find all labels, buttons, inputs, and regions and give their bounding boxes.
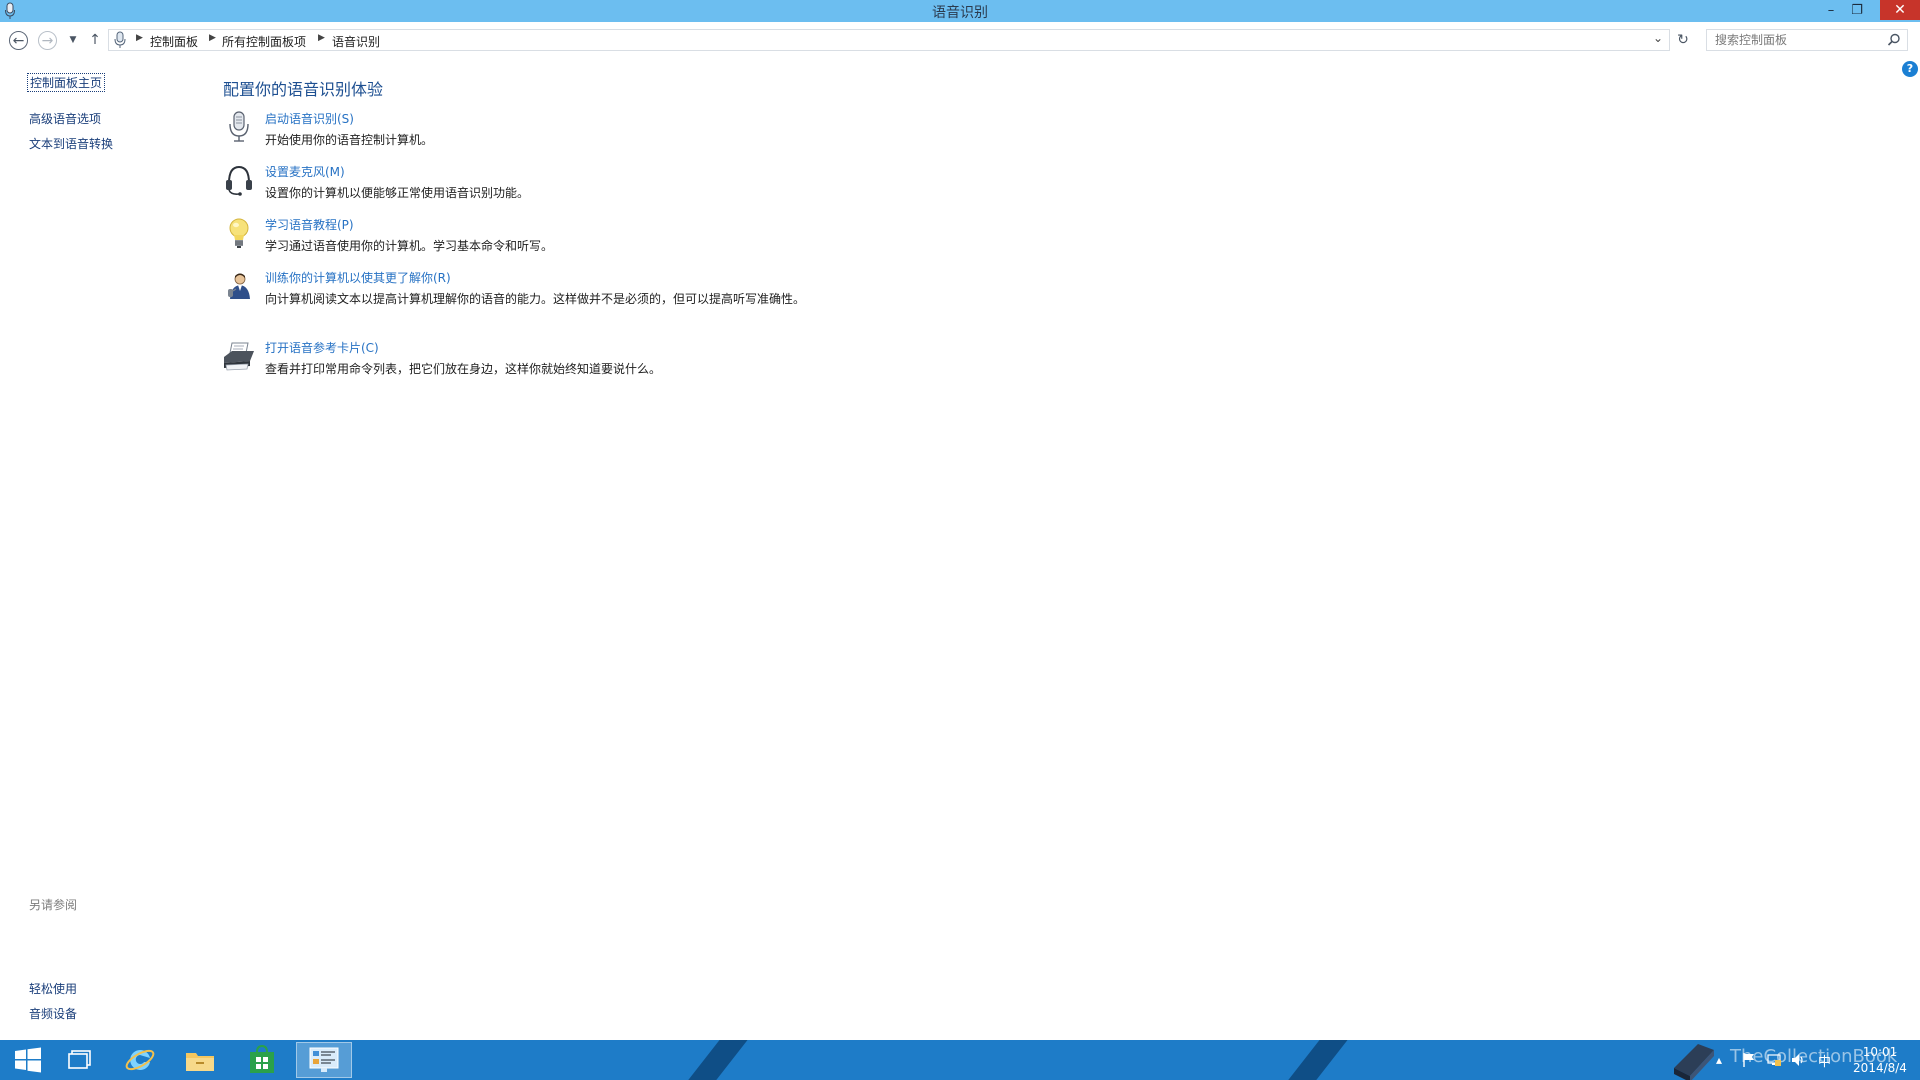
start-button[interactable]	[0, 1042, 56, 1078]
breadcrumb-all-items[interactable]: 所有控制面板项	[222, 33, 306, 50]
task-description: 查看并打印常用命令列表，把它们放在身边，这样你就始终知道要说什么。	[265, 362, 662, 376]
breadcrumb-separator-icon[interactable]: ▶	[318, 33, 325, 43]
printer-icon	[224, 342, 254, 371]
taskbar-store[interactable]	[234, 1042, 290, 1078]
breadcrumb-separator-icon[interactable]: ▶	[136, 33, 143, 43]
set-up-microphone-link[interactable]: 设置麦克风(M)	[265, 163, 345, 180]
taskbar-decoration	[672, 1040, 756, 1080]
train-computer-link[interactable]: 训练你的计算机以使其更了解你(R)	[265, 269, 451, 286]
volume-control[interactable]	[1790, 1040, 1806, 1080]
page-title: 配置你的语音识别体验	[223, 80, 384, 99]
arrow-up-icon: ↑	[89, 32, 101, 48]
folder-icon	[186, 1053, 214, 1071]
search-box[interactable]	[1706, 29, 1908, 51]
clock[interactable]: 10:01 2014/8/4	[1840, 1044, 1920, 1076]
chevron-up-icon: ▴	[1716, 1053, 1723, 1067]
task-start-speech-recognition: 启动语音识别(S) 开始使用你的语音控制计算机。	[222, 110, 862, 150]
lightbulb-icon	[229, 218, 249, 248]
task-train-computer: 训练你的计算机以使其更了解你(R) 向计算机阅读文本以提高计算机理解你的语音的能…	[222, 269, 862, 329]
refresh-button[interactable]: ↻	[1674, 31, 1692, 49]
advanced-speech-options-link[interactable]: 高级语音选项	[29, 110, 101, 127]
input-method-indicator[interactable]: 中	[1818, 1040, 1831, 1080]
task-reference-card: 打开语音参考卡片(C) 查看并打印常用命令列表，把它们放在身边，这样你就始终知道…	[222, 339, 862, 379]
start-speech-recognition-link[interactable]: 启动语音识别(S)	[265, 110, 354, 127]
breadcrumb-speech-recognition[interactable]: 语音识别	[332, 33, 380, 50]
flag-icon	[1743, 1053, 1754, 1067]
audio-devices-link[interactable]: 音频设备	[29, 1005, 77, 1022]
left-pane: 控制面板主页 高级语音选项 文本到语音转换	[0, 58, 220, 1038]
control-panel-icon	[309, 1047, 339, 1072]
taskbar-file-explorer[interactable]	[172, 1042, 228, 1078]
address-bar[interactable]: ▶ 控制面板 ▶ 所有控制面板项 ▶ 语音识别 ⌄	[108, 29, 1670, 51]
close-button[interactable]: ✕	[1880, 0, 1920, 20]
reference-card-link[interactable]: 打开语音参考卡片(C)	[265, 339, 379, 356]
taskbar-internet-explorer[interactable]	[112, 1042, 168, 1078]
task-description: 开始使用你的语音控制计算机。	[265, 133, 434, 147]
clock-date: 2014/8/4	[1853, 1061, 1907, 1075]
window-title: 语音识别	[932, 5, 988, 21]
ease-of-access-link[interactable]: 轻松使用	[29, 980, 77, 997]
taskbar-decoration	[1272, 1040, 1356, 1080]
start-icon	[15, 1047, 41, 1073]
task-speech-tutorial: 学习语音教程(P) 学习通过语音使用你的计算机。学习基本命令和听写。	[222, 216, 862, 256]
network-status[interactable]	[1766, 1040, 1782, 1080]
recent-locations-button[interactable]: ▼	[63, 30, 83, 50]
speaker-icon	[1792, 1054, 1803, 1066]
chevron-down-icon: ▼	[69, 35, 77, 45]
task-description: 向计算机阅读文本以提高计算机理解你的语音的能力。这样做并不是必须的，但可以提高听…	[265, 292, 806, 306]
arrow-right-icon: →	[41, 32, 54, 49]
address-history-chevron-icon[interactable]: ⌄	[1653, 31, 1663, 45]
forward-button[interactable]: →	[38, 31, 57, 50]
action-center-flag[interactable]	[1742, 1040, 1756, 1080]
user-icon	[228, 273, 250, 299]
title-bar: 语音识别 – ❐ ✕	[0, 0, 1920, 22]
breadcrumb-control-panel[interactable]: 控制面板	[150, 33, 198, 50]
arrow-left-icon: ←	[12, 32, 25, 49]
see-also-heading: 另请参阅	[29, 898, 78, 912]
file-manager-icon	[68, 1050, 91, 1069]
book-icon	[1674, 1044, 1714, 1080]
show-hidden-icons-button[interactable]: ▴	[1716, 1040, 1722, 1080]
taskbar-control-panel[interactable]	[296, 1042, 352, 1078]
help-icon[interactable]: ?	[1902, 61, 1918, 77]
task-set-up-microphone: 设置麦克风(M) 设置你的计算机以便能够正常使用语音识别功能。	[222, 163, 862, 203]
text-to-speech-link[interactable]: 文本到语音转换	[29, 135, 113, 152]
refresh-icon: ↻	[1677, 32, 1689, 48]
clock-time: 10:01	[1862, 1045, 1898, 1059]
up-button[interactable]: ↑	[85, 30, 105, 50]
search-input[interactable]	[1707, 30, 1883, 50]
store-icon	[250, 1045, 274, 1073]
task-description: 学习通过语音使用你的计算机。学习基本命令和听写。	[265, 239, 554, 253]
control-panel-home-link[interactable]: 控制面板主页	[27, 73, 106, 92]
restore-button[interactable]: ❐	[1844, 0, 1870, 20]
back-button[interactable]: ←	[9, 31, 28, 50]
navigation-bar: ← → ▼ ↑ ▶ 控制面板 ▶ 所有控制面板项 ▶ 语音识别 ⌄ ↻	[0, 22, 1920, 58]
microphone-icon	[229, 111, 249, 142]
breadcrumb-separator-icon[interactable]: ▶	[209, 33, 216, 43]
taskbar: TheCollectionBook ▴ 中 10:01 2014/8/4	[0, 1040, 1920, 1080]
minimize-button[interactable]: –	[1818, 0, 1844, 20]
internet-explorer-icon	[125, 1049, 155, 1071]
taskbar-file-manager[interactable]	[52, 1042, 108, 1078]
search-icon[interactable]	[1886, 32, 1902, 48]
speech-tutorial-link[interactable]: 学习语音教程(P)	[265, 216, 354, 233]
network-icon	[1767, 1054, 1781, 1066]
task-description: 设置你的计算机以便能够正常使用语音识别功能。	[265, 186, 530, 200]
headset-icon	[226, 165, 252, 196]
microphone-icon	[114, 31, 126, 48]
